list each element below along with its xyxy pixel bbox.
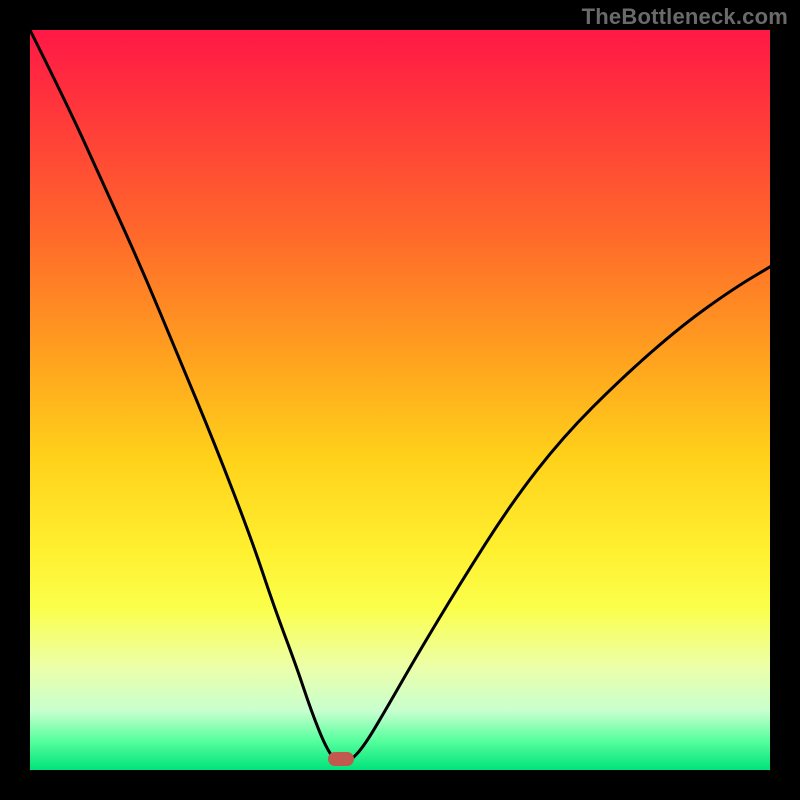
bottleneck-curve [30,30,770,763]
curve-svg [30,30,770,770]
chart-frame: TheBottleneck.com [0,0,800,800]
plot-area [30,30,770,770]
minimum-marker [328,752,354,766]
watermark-text: TheBottleneck.com [582,4,788,30]
